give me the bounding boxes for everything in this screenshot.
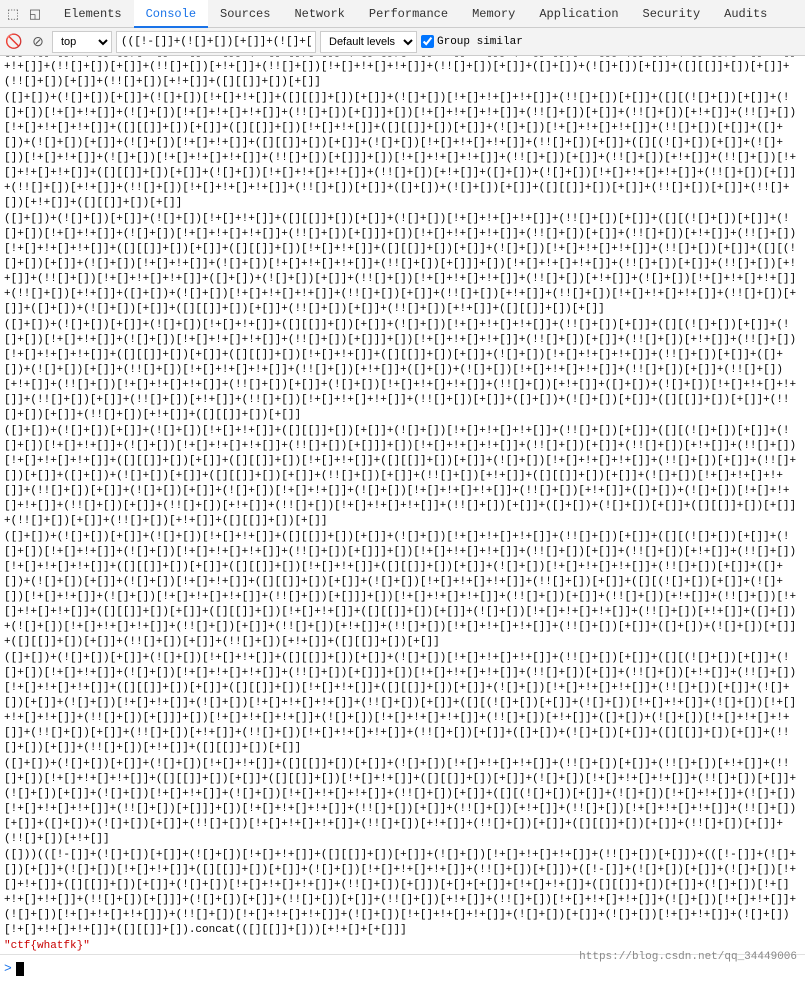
tab-console[interactable]: Console <box>134 0 208 28</box>
console-line: ([]+[])+(![]+[])[+[]]+(![]+[])[!+[]+!+[]… <box>0 530 805 651</box>
console-cursor <box>16 962 24 976</box>
inspect-icon[interactable]: ⬚ <box>4 5 22 23</box>
tab-network[interactable]: Network <box>282 0 356 28</box>
group-similar-checkbox[interactable] <box>421 35 434 48</box>
console-line: ([]+[])+(![]+[])[+[]]+(![]+[])[!+[]+!+[]… <box>0 318 805 424</box>
console-line: ([]+[])+(![]+[])[+[]]+(![]+[])[!+[]+!+[]… <box>0 56 805 91</box>
stop-recording-button[interactable]: ⊘ <box>28 32 48 52</box>
ctf-result-line: "ctf{whatfk}" <box>0 939 805 954</box>
console-toolbar: 🚫 ⊘ top Default levels Group similar <box>0 28 805 56</box>
group-similar-label[interactable]: Group similar <box>421 35 523 48</box>
tab-sources[interactable]: Sources <box>208 0 282 28</box>
devtools-tab-bar: ⬚ ◱ Elements Console Sources Network Per… <box>0 0 805 28</box>
tab-icon-group: ⬚ ◱ <box>4 5 44 23</box>
console-line: ([]+[])+(![]+[])[+[]]+(![]+[])[!+[]+!+[]… <box>0 91 805 212</box>
filter-input[interactable] <box>116 31 316 53</box>
tab-performance[interactable]: Performance <box>357 0 460 28</box>
console-line-obfuscated: ([]))(([!-[]]+(![]+[])[+[]]+(![]+[])[!+[… <box>0 848 805 939</box>
tab-memory[interactable]: Memory <box>460 0 527 28</box>
tab-elements[interactable]: Elements <box>52 0 134 28</box>
tab-audits[interactable]: Audits <box>712 0 779 28</box>
console-line-last: ([]+[])+(![]+[])[+[]]+(![]+[])[!+[]+!+[]… <box>0 757 805 848</box>
device-icon[interactable]: ◱ <box>26 5 44 23</box>
context-selector[interactable]: top <box>52 31 112 53</box>
tab-application[interactable]: Application <box>527 0 630 28</box>
clear-console-button[interactable]: 🚫 <box>4 32 24 52</box>
levels-selector[interactable]: Default levels <box>320 31 417 53</box>
console-input-row: > <box>0 954 805 982</box>
console-output: ([]+[])+(![]+[])[+[]]+(![]+[])[!+[]+!+[]… <box>0 56 805 939</box>
tab-security[interactable]: Security <box>631 0 713 28</box>
group-similar-text: Group similar <box>437 36 523 48</box>
console-line: ([]+[])+(![]+[])[+[]]+(![]+[])[!+[]+!+[]… <box>0 651 805 757</box>
console-line: ([]+[])+(![]+[])[+[]]+(![]+[])[!+[]+!+[]… <box>0 212 805 318</box>
console-prompt: > <box>4 961 12 976</box>
console-line: ([]+[])+(![]+[])[+[]]+(![]+[])[!+[]+!+[]… <box>0 424 805 530</box>
